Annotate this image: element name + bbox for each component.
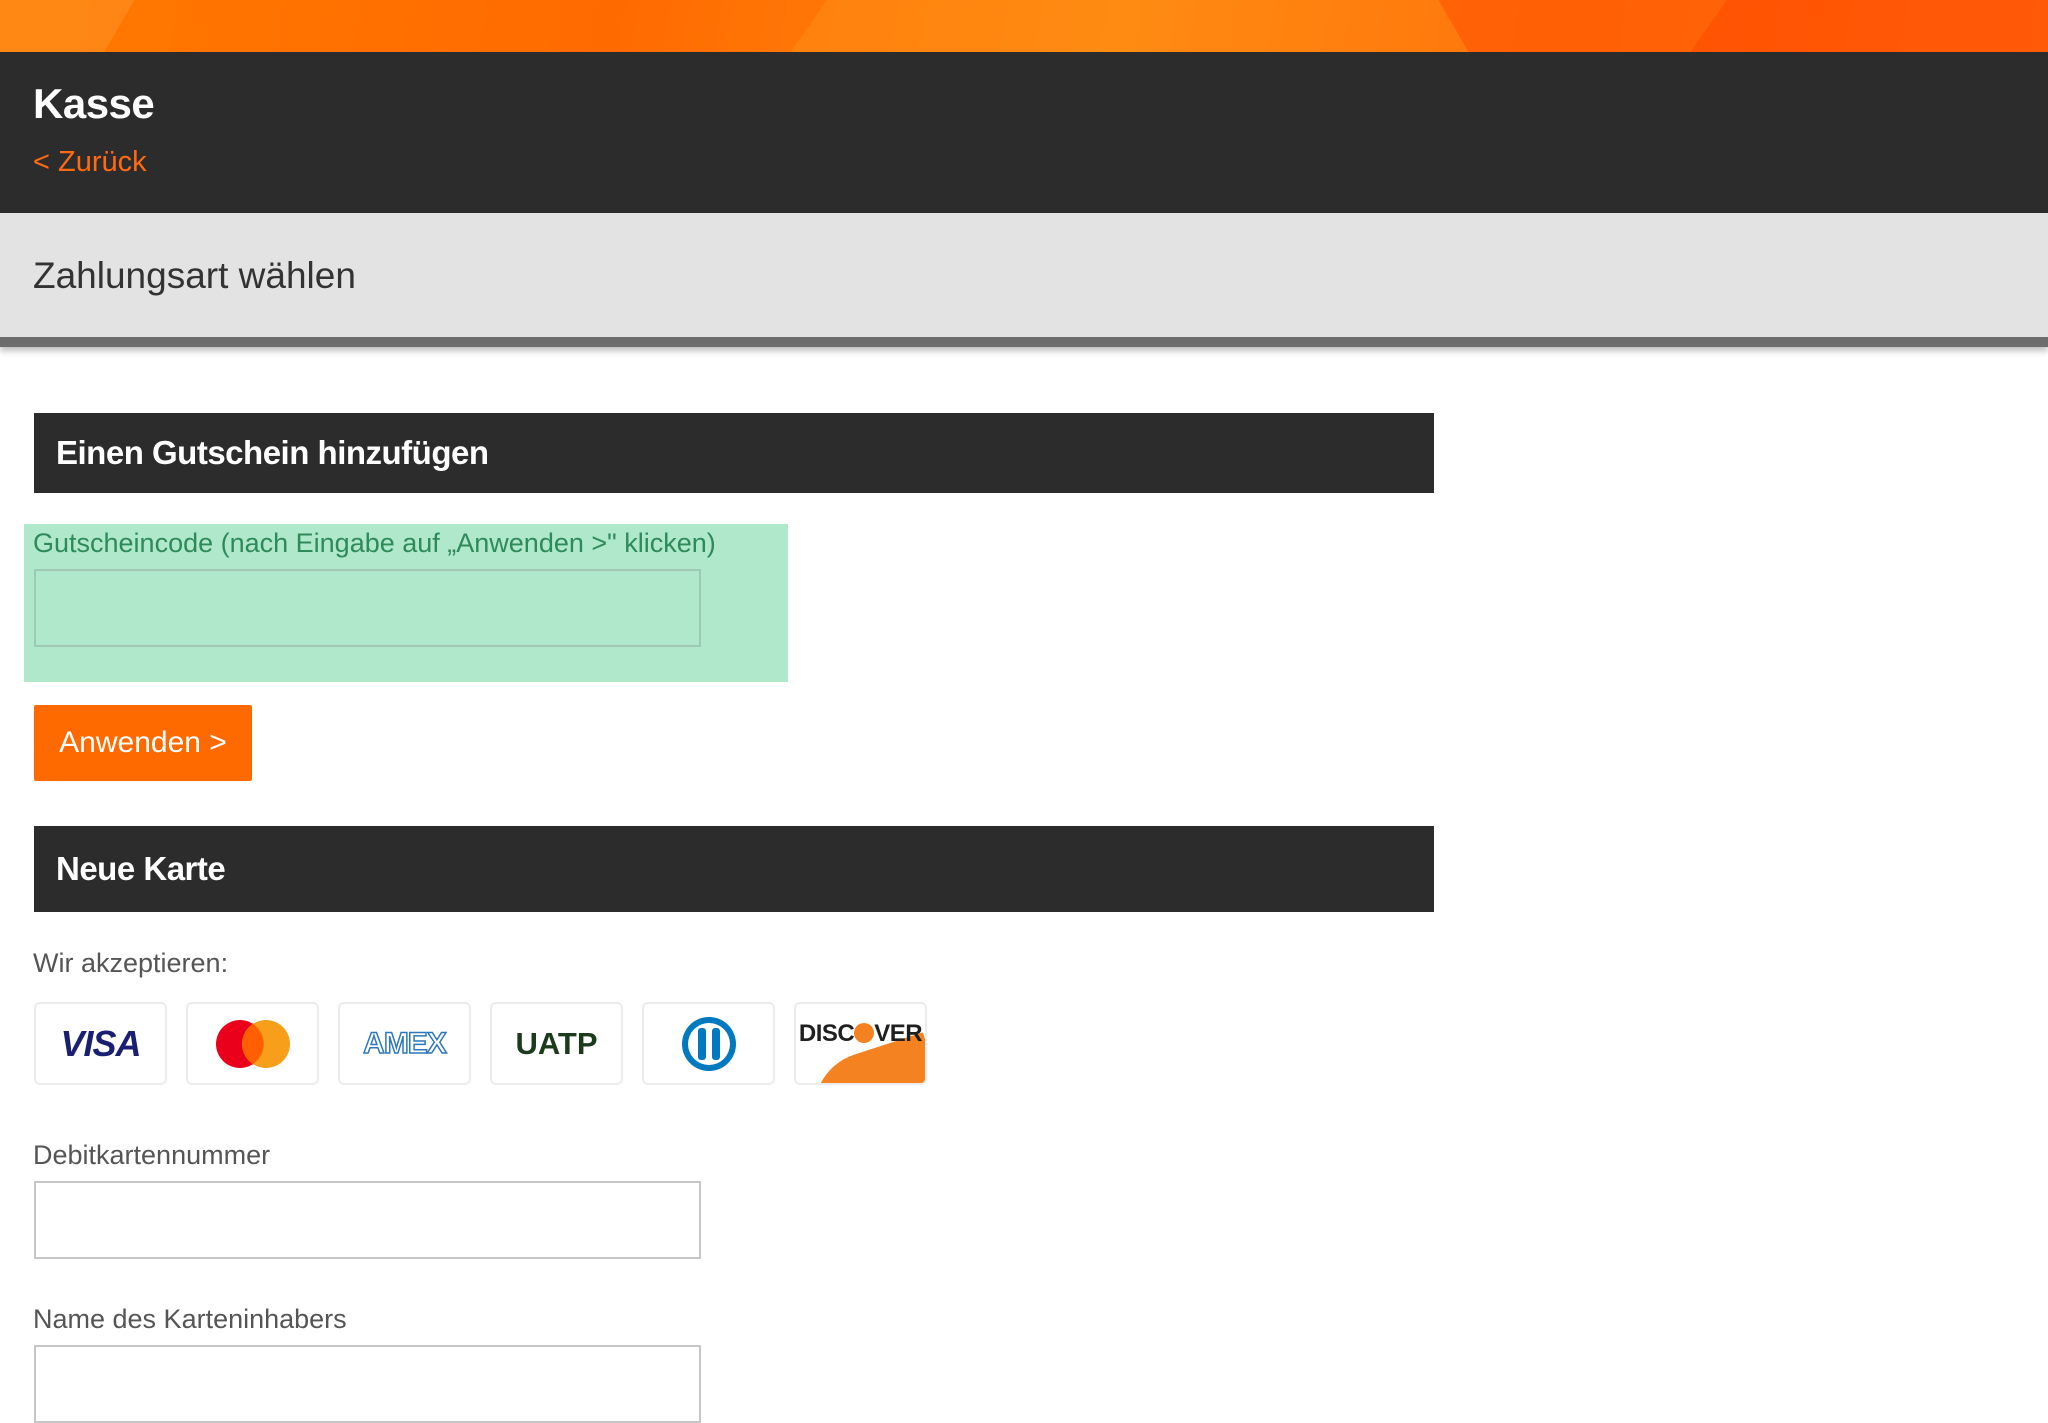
voucher-section-heading: Einen Gutschein hinzufügen bbox=[34, 413, 1434, 493]
discover-logo-text: DISC VER bbox=[798, 1020, 923, 1047]
mastercard-logo bbox=[186, 1002, 319, 1085]
step-title: Zahlungsart wählen bbox=[33, 255, 356, 296]
uatp-logo-text: UATP bbox=[515, 1025, 598, 1061]
voucher-code-input[interactable] bbox=[34, 569, 701, 647]
amex-logo: AMEX bbox=[338, 1002, 471, 1085]
amex-logo-text: AMEX bbox=[362, 1026, 447, 1061]
debit-card-number-label: Debitkartennummer bbox=[33, 1140, 271, 1170]
visa-logo-text: VISA bbox=[60, 1022, 141, 1064]
page-title: Kasse bbox=[33, 80, 155, 127]
debit-card-number-input[interactable] bbox=[34, 1181, 701, 1259]
mastercard-icon bbox=[215, 1019, 290, 1068]
visa-logo: VISA bbox=[34, 1002, 167, 1085]
diners-club-icon bbox=[681, 1016, 736, 1071]
back-link[interactable]: < Zurück bbox=[33, 146, 147, 179]
discover-logo: DISC VER bbox=[794, 1002, 927, 1085]
accepted-card-logos: VISA AMEX UATP DISC VER bbox=[34, 1002, 927, 1085]
diners-club-logo bbox=[642, 1002, 775, 1085]
top-brand-band bbox=[0, 0, 2048, 52]
cardholder-name-label: Name des Karteninhabers bbox=[33, 1304, 347, 1334]
cardholder-name-input[interactable] bbox=[34, 1345, 701, 1423]
uatp-logo: UATP bbox=[490, 1002, 623, 1085]
accepted-cards-label: Wir akzeptieren: bbox=[33, 948, 229, 978]
checkout-header: Kasse < Zurück bbox=[0, 52, 2048, 213]
new-card-section-heading: Neue Karte bbox=[34, 826, 1434, 912]
voucher-code-label: Gutscheincode (nach Eingabe auf „Anwende… bbox=[33, 528, 716, 558]
step-header: Zahlungsart wählen bbox=[0, 213, 2048, 347]
apply-voucher-button[interactable]: Anwenden > bbox=[34, 705, 252, 781]
